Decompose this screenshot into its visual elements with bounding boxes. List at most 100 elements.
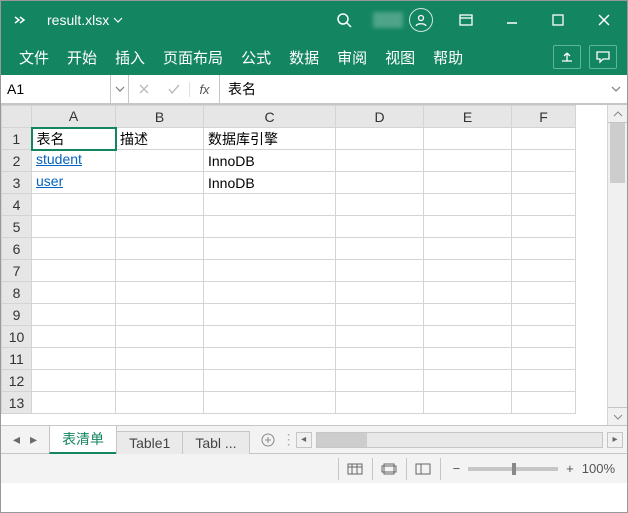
column-header-A[interactable]: A <box>32 106 116 128</box>
cell-B1[interactable]: 描述 <box>116 128 204 150</box>
cell-F4[interactable] <box>512 194 576 216</box>
cell-D3[interactable] <box>336 172 424 194</box>
row-header-12[interactable]: 12 <box>2 370 32 392</box>
column-header-E[interactable]: E <box>424 106 512 128</box>
cell-D7[interactable] <box>336 260 424 282</box>
sheet-tab-2[interactable]: Tabl <box>182 431 249 454</box>
column-header-D[interactable]: D <box>336 106 424 128</box>
view-pagebreak-icon[interactable] <box>406 458 440 480</box>
scroll-up-icon[interactable] <box>608 105 627 123</box>
tab-nav-next-icon[interactable]: ▸ <box>26 431 41 448</box>
name-box-dropdown[interactable] <box>111 75 129 104</box>
cell-B4[interactable] <box>116 194 204 216</box>
cell-B10[interactable] <box>116 326 204 348</box>
hscroll-left-icon[interactable]: ◂ <box>296 432 312 448</box>
cell-F11[interactable] <box>512 348 576 370</box>
row-header-6[interactable]: 6 <box>2 238 32 260</box>
spreadsheet-grid[interactable]: ABCDEF 1表名描述数据库引擎2studentInnoDB3userInno… <box>1 105 576 414</box>
hyperlink[interactable]: user <box>36 173 63 189</box>
row-header-5[interactable]: 5 <box>2 216 32 238</box>
overflow-icon[interactable] <box>11 12 27 28</box>
cell-F1[interactable] <box>512 128 576 150</box>
row-header-3[interactable]: 3 <box>2 172 32 194</box>
ribbon-display-icon[interactable] <box>443 1 489 39</box>
cell-E8[interactable] <box>424 282 512 304</box>
ribbon-tab-insert[interactable]: 插入 <box>107 43 153 72</box>
name-box-input[interactable] <box>1 75 111 104</box>
enter-formula-icon[interactable] <box>159 83 189 95</box>
cell-D9[interactable] <box>336 304 424 326</box>
cell-A2[interactable]: student <box>32 150 116 172</box>
cell-A9[interactable] <box>32 304 116 326</box>
cell-C5[interactable] <box>204 216 336 238</box>
zoom-level[interactable]: 100% <box>582 461 615 476</box>
cell-D11[interactable] <box>336 348 424 370</box>
cell-C9[interactable] <box>204 304 336 326</box>
cell-A3[interactable]: user <box>32 172 116 194</box>
row-header-1[interactable]: 1 <box>2 128 32 150</box>
horizontal-scrollbar[interactable]: ◂ ▸ <box>292 426 627 453</box>
cell-F13[interactable] <box>512 392 576 414</box>
search-icon[interactable] <box>335 11 353 29</box>
scroll-down-icon[interactable] <box>608 407 627 425</box>
scroll-thumb[interactable] <box>610 123 625 183</box>
view-normal-icon[interactable] <box>338 458 372 480</box>
cell-E7[interactable] <box>424 260 512 282</box>
zoom-slider[interactable] <box>468 467 558 471</box>
cell-E11[interactable] <box>424 348 512 370</box>
view-pagelayout-icon[interactable] <box>372 458 406 480</box>
cell-E13[interactable] <box>424 392 512 414</box>
cell-C3[interactable]: InnoDB <box>204 172 336 194</box>
cell-C12[interactable] <box>204 370 336 392</box>
ribbon-tab-view[interactable]: 视图 <box>377 43 423 72</box>
hyperlink[interactable]: student <box>36 151 82 167</box>
cell-F6[interactable] <box>512 238 576 260</box>
ribbon-tab-layout[interactable]: 页面布局 <box>155 43 231 72</box>
cell-A4[interactable] <box>32 194 116 216</box>
cell-E12[interactable] <box>424 370 512 392</box>
row-header-2[interactable]: 2 <box>2 150 32 172</box>
cell-A1[interactable]: 表名 <box>32 128 116 150</box>
cell-B11[interactable] <box>116 348 204 370</box>
zoom-in-button[interactable]: + <box>566 461 574 476</box>
ribbon-tab-help[interactable]: 帮助 <box>425 43 471 72</box>
cell-D2[interactable] <box>336 150 424 172</box>
cell-A13[interactable] <box>32 392 116 414</box>
cell-B3[interactable] <box>116 172 204 194</box>
title-dropdown-icon[interactable] <box>113 15 123 25</box>
cell-F9[interactable] <box>512 304 576 326</box>
cell-E4[interactable] <box>424 194 512 216</box>
cell-F3[interactable] <box>512 172 576 194</box>
hscroll-thumb[interactable] <box>317 433 367 447</box>
cell-E5[interactable] <box>424 216 512 238</box>
row-header-10[interactable]: 10 <box>2 326 32 348</box>
add-sheet-button[interactable] <box>250 426 286 453</box>
cell-E2[interactable] <box>424 150 512 172</box>
cell-D8[interactable] <box>336 282 424 304</box>
row-header-7[interactable]: 7 <box>2 260 32 282</box>
cell-B13[interactable] <box>116 392 204 414</box>
row-header-4[interactable]: 4 <box>2 194 32 216</box>
cell-D4[interactable] <box>336 194 424 216</box>
ribbon-tab-home[interactable]: 开始 <box>59 43 105 72</box>
cell-A11[interactable] <box>32 348 116 370</box>
formula-input[interactable]: 表名 <box>220 75 605 104</box>
cell-F8[interactable] <box>512 282 576 304</box>
cell-D10[interactable] <box>336 326 424 348</box>
vertical-scrollbar[interactable] <box>607 105 627 425</box>
cell-F2[interactable] <box>512 150 576 172</box>
cell-A5[interactable] <box>32 216 116 238</box>
cell-F5[interactable] <box>512 216 576 238</box>
ribbon-tab-file[interactable]: 文件 <box>11 43 57 72</box>
row-header-11[interactable]: 11 <box>2 348 32 370</box>
share-icon[interactable] <box>553 45 581 69</box>
cell-C6[interactable] <box>204 238 336 260</box>
minimize-button[interactable] <box>489 1 535 39</box>
zoom-out-button[interactable]: − <box>453 461 461 476</box>
cell-C1[interactable]: 数据库引擎 <box>204 128 336 150</box>
tab-nav-first-icon[interactable]: ◂ <box>9 431 24 448</box>
comments-icon[interactable] <box>589 45 617 69</box>
sheet-tab-0[interactable]: 表清单 <box>49 425 117 454</box>
fx-button[interactable]: fx <box>189 82 219 97</box>
cell-E3[interactable] <box>424 172 512 194</box>
